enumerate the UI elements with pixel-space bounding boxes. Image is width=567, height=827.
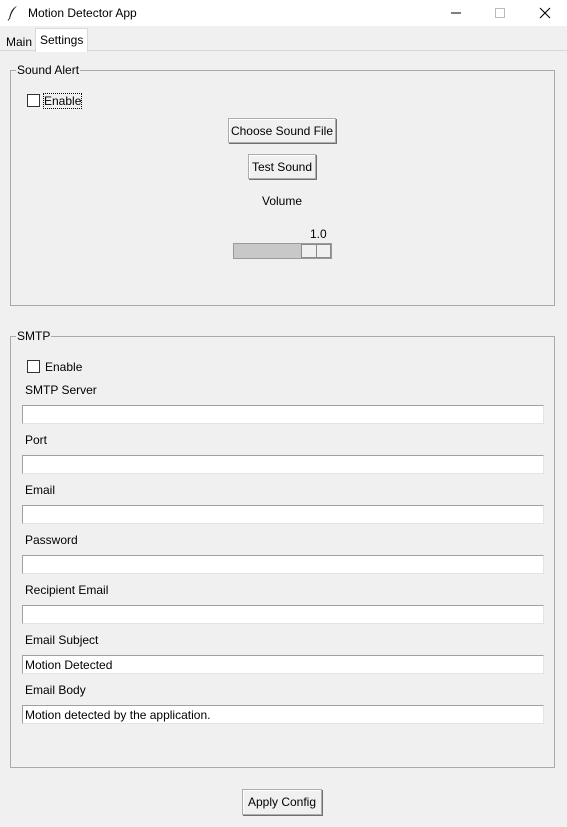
email-input[interactable] <box>22 505 544 524</box>
smtp-title: SMTP <box>16 329 52 343</box>
sound-alert-title: Sound Alert <box>16 63 81 77</box>
email-subject-label: Email Subject <box>25 633 99 647</box>
feather-icon <box>7 6 17 21</box>
volume-slider[interactable] <box>233 243 332 259</box>
smtp-server-label: SMTP Server <box>25 383 97 397</box>
choose-sound-file-button[interactable]: Choose Sound File <box>228 118 336 143</box>
tab-main[interactable]: Main <box>2 33 36 53</box>
window-title: Motion Detector App <box>28 6 137 20</box>
apply-config-button[interactable]: Apply Config <box>242 789 322 815</box>
test-sound-button[interactable]: Test Sound <box>248 154 316 179</box>
recipient-email-input[interactable] <box>22 605 544 624</box>
port-label: Port <box>25 433 48 447</box>
smtp-enable-checkbox[interactable] <box>27 360 40 373</box>
password-label: Password <box>25 533 78 547</box>
email-body-label: Email Body <box>25 683 86 697</box>
tab-settings[interactable]: Settings <box>35 28 89 52</box>
sound-alert-group <box>10 70 555 306</box>
volume-slider-handle[interactable] <box>301 244 331 258</box>
tab-bar: Main Settings <box>0 26 567 53</box>
email-body-input[interactable] <box>22 705 544 724</box>
maximize-button[interactable] <box>478 0 522 26</box>
close-button[interactable] <box>523 0 567 26</box>
smtp-enable-label[interactable]: Enable <box>45 360 82 374</box>
minimize-icon <box>451 12 461 14</box>
smtp-group <box>10 336 555 768</box>
recipient-email-label: Recipient Email <box>25 583 109 597</box>
close-icon <box>539 7 551 19</box>
minimize-button[interactable] <box>434 0 478 26</box>
email-label: Email <box>25 483 56 497</box>
password-input[interactable] <box>22 555 544 574</box>
maximize-icon <box>495 8 505 18</box>
title-bar: Motion Detector App <box>0 0 567 26</box>
sound-enable-checkbox[interactable] <box>27 94 40 107</box>
email-subject-input[interactable] <box>22 655 544 674</box>
smtp-server-input[interactable] <box>22 405 544 424</box>
sound-enable-label[interactable]: Enable <box>42 93 83 109</box>
port-input[interactable] <box>22 455 544 474</box>
volume-label: Volume <box>262 194 303 208</box>
volume-value: 1.0 <box>310 227 327 241</box>
